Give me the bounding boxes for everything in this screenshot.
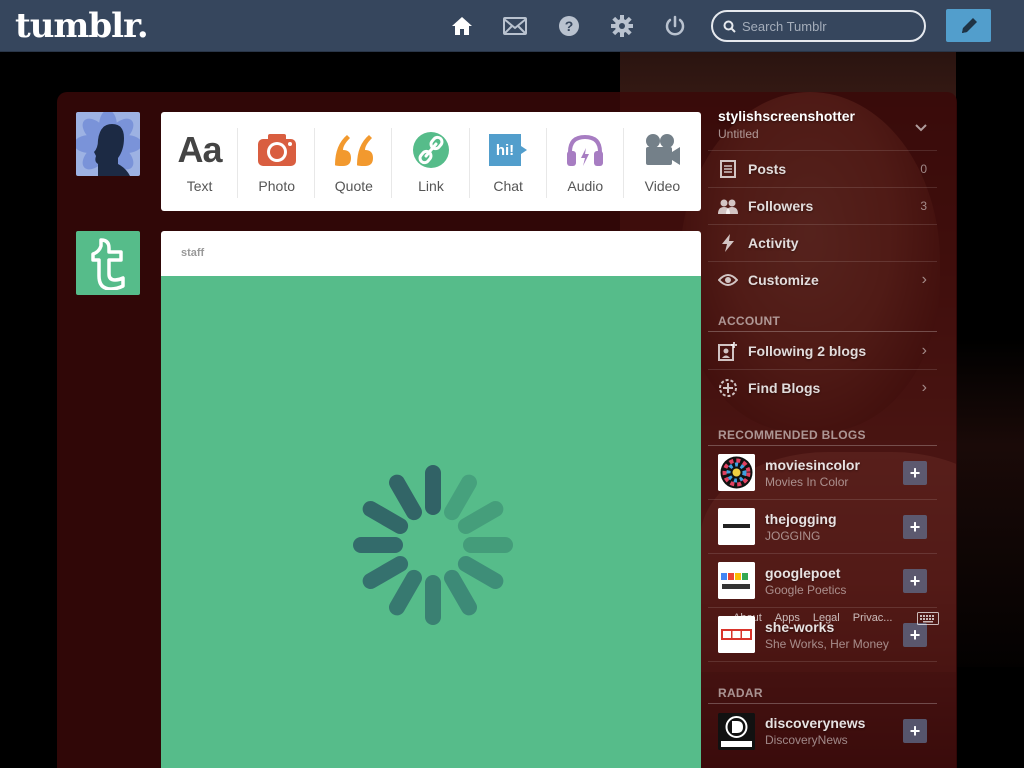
compass-icon (718, 378, 738, 398)
tumblr-t-icon (91, 238, 125, 290)
radar-blog[interactable]: discoverynews DiscoveryNews + (708, 704, 937, 758)
post-type-label: Quote (334, 178, 373, 194)
moviesincolor-avatar (718, 454, 755, 491)
chevron-right-icon: › (921, 379, 927, 396)
follow-button[interactable]: + (903, 623, 927, 647)
post-author[interactable]: staff (161, 231, 701, 276)
post-type-label: Text (186, 178, 213, 194)
svg-text:hi!: hi! (496, 142, 514, 159)
post-content (161, 276, 701, 768)
video-camera-icon (640, 130, 684, 170)
sidebar-item-find-blogs[interactable]: Find Blogs › (708, 369, 937, 406)
search-box (711, 10, 926, 42)
eye-icon (718, 270, 738, 290)
recommended-blog[interactable]: moviesincolor Movies In Color + (708, 446, 937, 500)
sidebar-item-posts[interactable]: Posts 0 (708, 150, 937, 187)
blog-name: stylishscreenshotter (718, 108, 855, 124)
section-label-radar: RADAR (708, 682, 937, 704)
sidebar-item-following[interactable]: Following 2 blogs › (708, 332, 937, 369)
power-icon[interactable] (663, 14, 687, 38)
post-type-label: Photo (258, 178, 295, 194)
search-input[interactable] (742, 18, 912, 34)
post-type-bar: Aa Text Photo Quote Link hi! Chat Audio (161, 112, 701, 211)
follow-button[interactable]: + (903, 461, 927, 485)
chevron-right-icon: › (921, 341, 927, 359)
sidebar-item-followers[interactable]: Followers 3 (708, 187, 937, 224)
pencil-icon (961, 17, 977, 33)
googlepoet-avatar (718, 562, 755, 599)
follow-button[interactable]: + (903, 569, 927, 593)
headphones-icon (563, 130, 607, 170)
sidebar-item-activity[interactable]: Activity (708, 224, 937, 261)
posts-count: 0 (920, 162, 927, 176)
post-type-label: Audio (567, 178, 604, 194)
recommended-blog[interactable]: googlepoet Google Poetics + (708, 554, 937, 608)
blog-header[interactable]: stylishscreenshotter Untitled (708, 100, 937, 150)
footer-link-legal[interactable]: Legal (813, 612, 840, 624)
post-type-audio[interactable]: Audio (547, 112, 624, 211)
post-type-text[interactable]: Aa Text (161, 112, 239, 211)
post-type-label: Chat (493, 178, 523, 194)
search-icon (723, 20, 736, 33)
post-type-label: Link (418, 178, 444, 194)
right-sidebar: stylishscreenshotter Untitled Posts 0 Fo… (708, 100, 937, 758)
followers-icon (718, 196, 738, 216)
posts-icon (718, 159, 738, 179)
thejogging-avatar (718, 508, 755, 545)
chat-icon: hi! (486, 130, 530, 170)
top-nav-bar: tumblr. ? (0, 0, 1024, 52)
followers-count: 3 (920, 199, 927, 213)
recommended-blog[interactable]: thejogging JOGGING + (708, 500, 937, 554)
loading-spinner-icon (353, 465, 513, 625)
post-type-photo[interactable]: Photo (238, 112, 316, 211)
quote-icon (332, 130, 376, 170)
footer-link-apps[interactable]: Apps (775, 612, 800, 624)
chevron-right-icon: › (921, 271, 927, 288)
section-label-recommended: RECOMMENDED BLOGS (708, 424, 937, 446)
text-icon: Aa (177, 129, 223, 170)
user-avatar[interactable] (76, 112, 140, 176)
post-type-label: Video (644, 178, 681, 194)
help-icon[interactable]: ? (557, 14, 581, 38)
follow-button[interactable]: + (903, 719, 927, 743)
post-type-quote[interactable]: Quote (315, 112, 393, 211)
background-dark-corner (956, 667, 1024, 768)
home-icon[interactable] (450, 14, 474, 38)
sidebar-item-customize[interactable]: Customize › (708, 261, 937, 298)
dashboard-post: staff (161, 231, 701, 768)
svg-text:?: ? (565, 18, 574, 34)
following-icon (718, 341, 738, 361)
staff-avatar[interactable] (76, 231, 140, 295)
mail-icon[interactable] (503, 14, 527, 38)
footer-link-privacy[interactable]: Privac... (853, 612, 893, 624)
gear-icon[interactable] (610, 14, 634, 38)
follow-button[interactable]: + (903, 515, 927, 539)
post-type-link[interactable]: Link (392, 112, 470, 211)
blog-title: Untitled (718, 127, 759, 141)
chevron-down-icon[interactable] (915, 124, 927, 132)
footer-link-about[interactable]: About (733, 612, 762, 624)
lightning-icon (718, 233, 738, 253)
post-type-chat[interactable]: hi! Chat (470, 112, 547, 211)
compose-button[interactable] (946, 9, 991, 42)
link-icon (409, 130, 453, 170)
keyboard-icon[interactable] (917, 612, 939, 625)
tumblr-logo[interactable]: tumblr. (15, 6, 149, 46)
camera-icon (255, 130, 299, 170)
discoverynews-avatar (718, 712, 755, 750)
post-type-video[interactable]: Video (624, 112, 701, 211)
section-label-account: ACCOUNT (708, 310, 937, 332)
background-dark-edge (956, 52, 1024, 768)
footer-links: About Apps Legal Privac... (733, 612, 892, 624)
